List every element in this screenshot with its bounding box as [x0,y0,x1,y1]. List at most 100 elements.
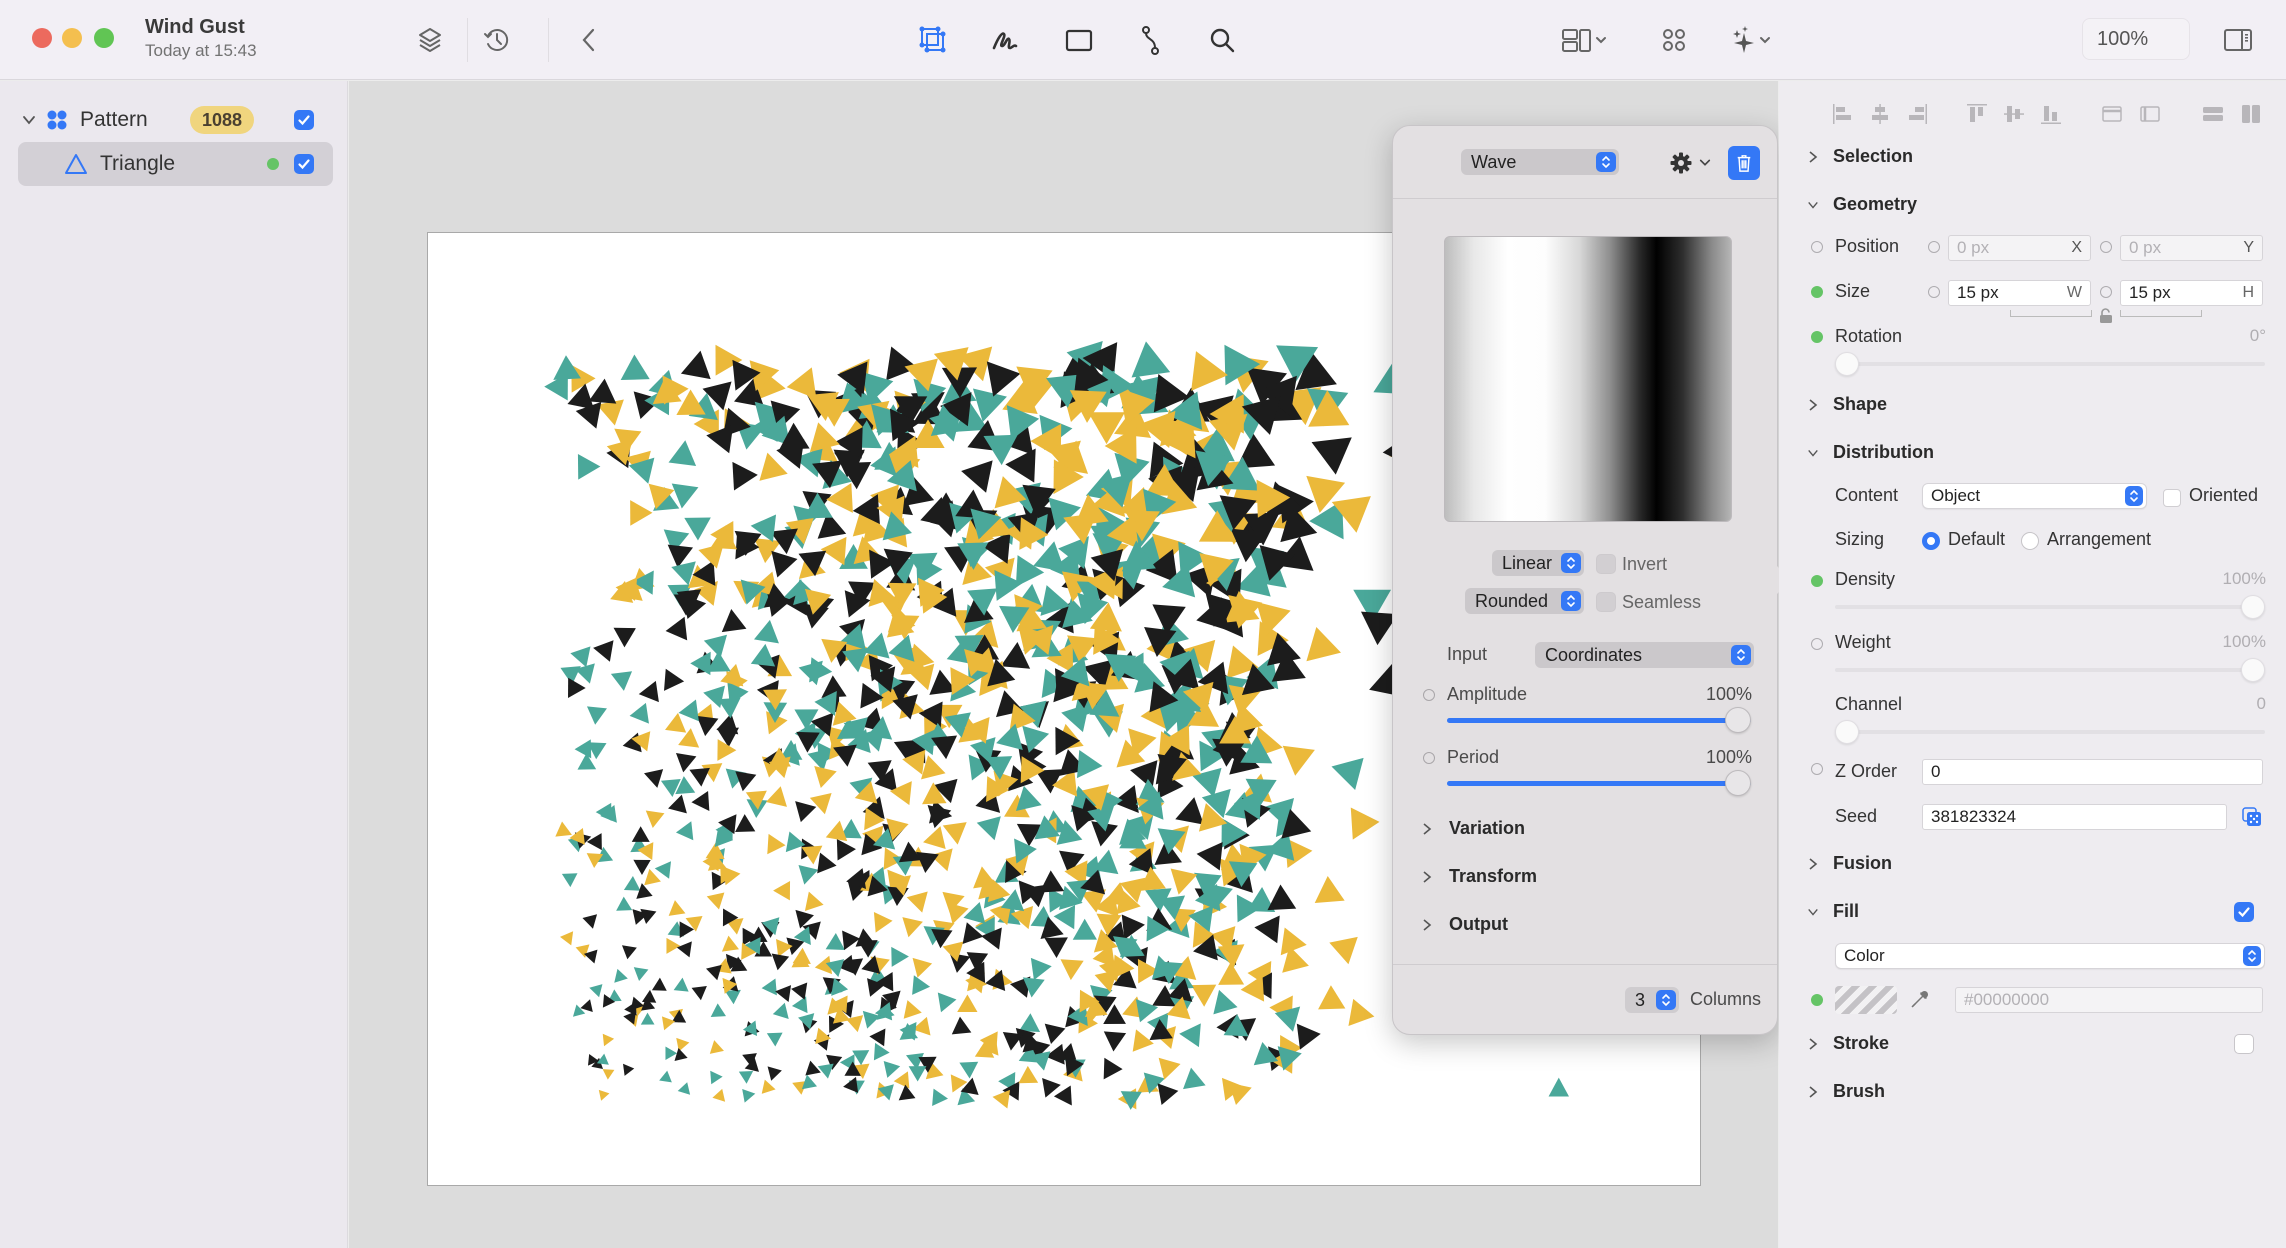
layout-menu-button[interactable] [1554,20,1614,60]
unlock-aspect-ratio-icon[interactable] [2099,308,2113,324]
randomize-dice-icon[interactable] [2242,807,2262,827]
eyedropper-icon[interactable] [1909,990,1929,1010]
content-select[interactable]: Object [1922,483,2147,509]
weight-slider[interactable] [1835,658,2265,682]
columns-stepper[interactable]: 3 [1625,987,1679,1013]
distribution-section-toggle[interactable]: Distribution [1807,442,1934,463]
brush-section-toggle[interactable]: Brush [1807,1081,1885,1102]
fill-section-toggle[interactable]: Fill [1807,901,1859,922]
align-middle-button[interactable] [2003,103,2025,125]
fill-type-select[interactable]: Color [1835,943,2265,969]
z-order-keyframe-toggle[interactable] [1811,763,1823,775]
minimize-window-button[interactable] [62,28,82,48]
history-button[interactable] [477,20,517,60]
rotation-slider-knob[interactable] [1835,352,1859,376]
layer-visibility-checkbox[interactable] [294,154,314,174]
density-slider-knob[interactable] [2241,595,2265,619]
period-slider[interactable] [1447,770,1751,796]
size-width-field[interactable]: 15 px W [1948,280,2091,306]
sizing-default-radio[interactable] [1922,532,1940,550]
amplitude-slider-knob[interactable] [1725,707,1751,733]
magic-menu-button[interactable] [1724,20,1784,60]
size-w-link-toggle[interactable] [1928,286,1940,298]
fill-enabled-checkbox[interactable] [2234,902,2254,922]
sidebar-toggle-button[interactable] [2218,20,2258,60]
fill-hex-field[interactable]: #00000000 [1955,987,2263,1013]
components-button[interactable] [1654,20,1694,60]
position-x-field[interactable]: 0 px X [1948,235,2091,261]
period-slider-knob[interactable] [1725,770,1751,796]
position-y-field[interactable]: 0 px Y [2120,235,2263,261]
stroke-enabled-checkbox[interactable] [2234,1034,2254,1054]
pattern-triangle [791,982,808,1000]
selection-section-toggle[interactable]: Selection [1807,146,1913,167]
distribute-vertical-button[interactable] [2202,103,2224,125]
geometry-section-toggle[interactable]: Geometry [1807,194,1917,215]
density-keyframe-toggle[interactable] [1811,575,1823,587]
z-order-field[interactable]: 0 [1922,759,2263,785]
size-height-field[interactable]: 15 px H [2120,280,2263,306]
variation-section-toggle[interactable]: Variation [1421,818,1525,839]
align-center-vertical-icon [2004,106,2024,122]
align-top-button[interactable] [1966,103,1988,125]
oriented-checkbox[interactable] [2163,489,2181,507]
back-button[interactable] [569,20,609,60]
layer-row-pattern[interactable]: Pattern 1088 [18,98,333,142]
layers-button[interactable] [410,20,450,60]
zoom-window-button[interactable] [94,28,114,48]
input-select[interactable]: Coordinates [1535,642,1754,668]
delete-modifier-button[interactable] [1728,146,1760,180]
modifier-type-select[interactable]: Wave [1461,149,1619,175]
position-y-link-toggle[interactable] [2100,241,2112,253]
weight-slider-knob[interactable] [2241,658,2265,682]
path-tool-button[interactable] [1131,20,1171,60]
stroke-section-toggle[interactable]: Stroke [1807,1033,1889,1054]
shape-section-toggle[interactable]: Shape [1807,394,1887,415]
position-keyframe-toggle[interactable] [1811,241,1823,253]
curve-select[interactable]: Linear [1492,550,1584,576]
zoom-level-field[interactable]: 100% [2082,18,2190,60]
shape-select[interactable]: Rounded [1465,588,1584,614]
fill-color-swatch[interactable] [1835,986,1897,1014]
expand-chevron-icon[interactable] [22,113,36,127]
size-h-link-toggle[interactable] [2100,286,2112,298]
align-left-button[interactable] [1832,103,1854,125]
rotation-label: Rotation [1835,326,1903,346]
output-section-toggle[interactable]: Output [1421,914,1508,935]
sizing-arrangement-radio[interactable] [2021,532,2039,550]
fill-color-keyframe-toggle[interactable] [1811,994,1823,1006]
rotation-slider[interactable] [1835,352,2265,376]
amplitude-keyframe-toggle[interactable] [1423,689,1435,701]
align-bottom-button[interactable] [2040,103,2062,125]
position-x-link-toggle[interactable] [1928,241,1940,253]
weight-keyframe-toggle[interactable] [1811,638,1823,650]
layer-name: Triangle [100,152,176,175]
channel-slider-knob[interactable] [1835,720,1859,744]
layer-row-triangle[interactable]: Triangle [18,142,333,186]
pattern-triangle [804,891,824,912]
density-slider[interactable] [1835,595,2265,619]
align-right-button[interactable] [1906,103,1928,125]
period-keyframe-toggle[interactable] [1423,752,1435,764]
invert-checkbox[interactable] [1596,554,1616,574]
fit-width-button[interactable] [2101,103,2123,125]
layer-visibility-checkbox[interactable] [294,110,314,130]
seed-field[interactable]: 381823324 [1922,804,2227,830]
pattern-triangle [665,712,687,733]
fit-height-button[interactable] [2139,103,2161,125]
search-tool-button[interactable] [1202,20,1242,60]
rectangle-tool-button[interactable] [1059,20,1099,60]
brush-tool-button[interactable] [985,20,1025,60]
size-keyframe-toggle[interactable] [1811,286,1823,298]
transform-tool-button[interactable] [913,20,953,60]
fusion-section-toggle[interactable]: Fusion [1807,853,1892,874]
channel-slider[interactable] [1835,720,2265,744]
amplitude-slider[interactable] [1447,707,1751,733]
close-window-button[interactable] [32,28,52,48]
transform-section-toggle[interactable]: Transform [1421,866,1537,887]
settings-menu-button[interactable] [1669,148,1719,178]
rotation-keyframe-toggle[interactable] [1811,331,1823,343]
align-center-h-button[interactable] [1869,103,1891,125]
distribute-horizontal-button[interactable] [2240,103,2262,125]
seamless-checkbox[interactable] [1596,592,1616,612]
